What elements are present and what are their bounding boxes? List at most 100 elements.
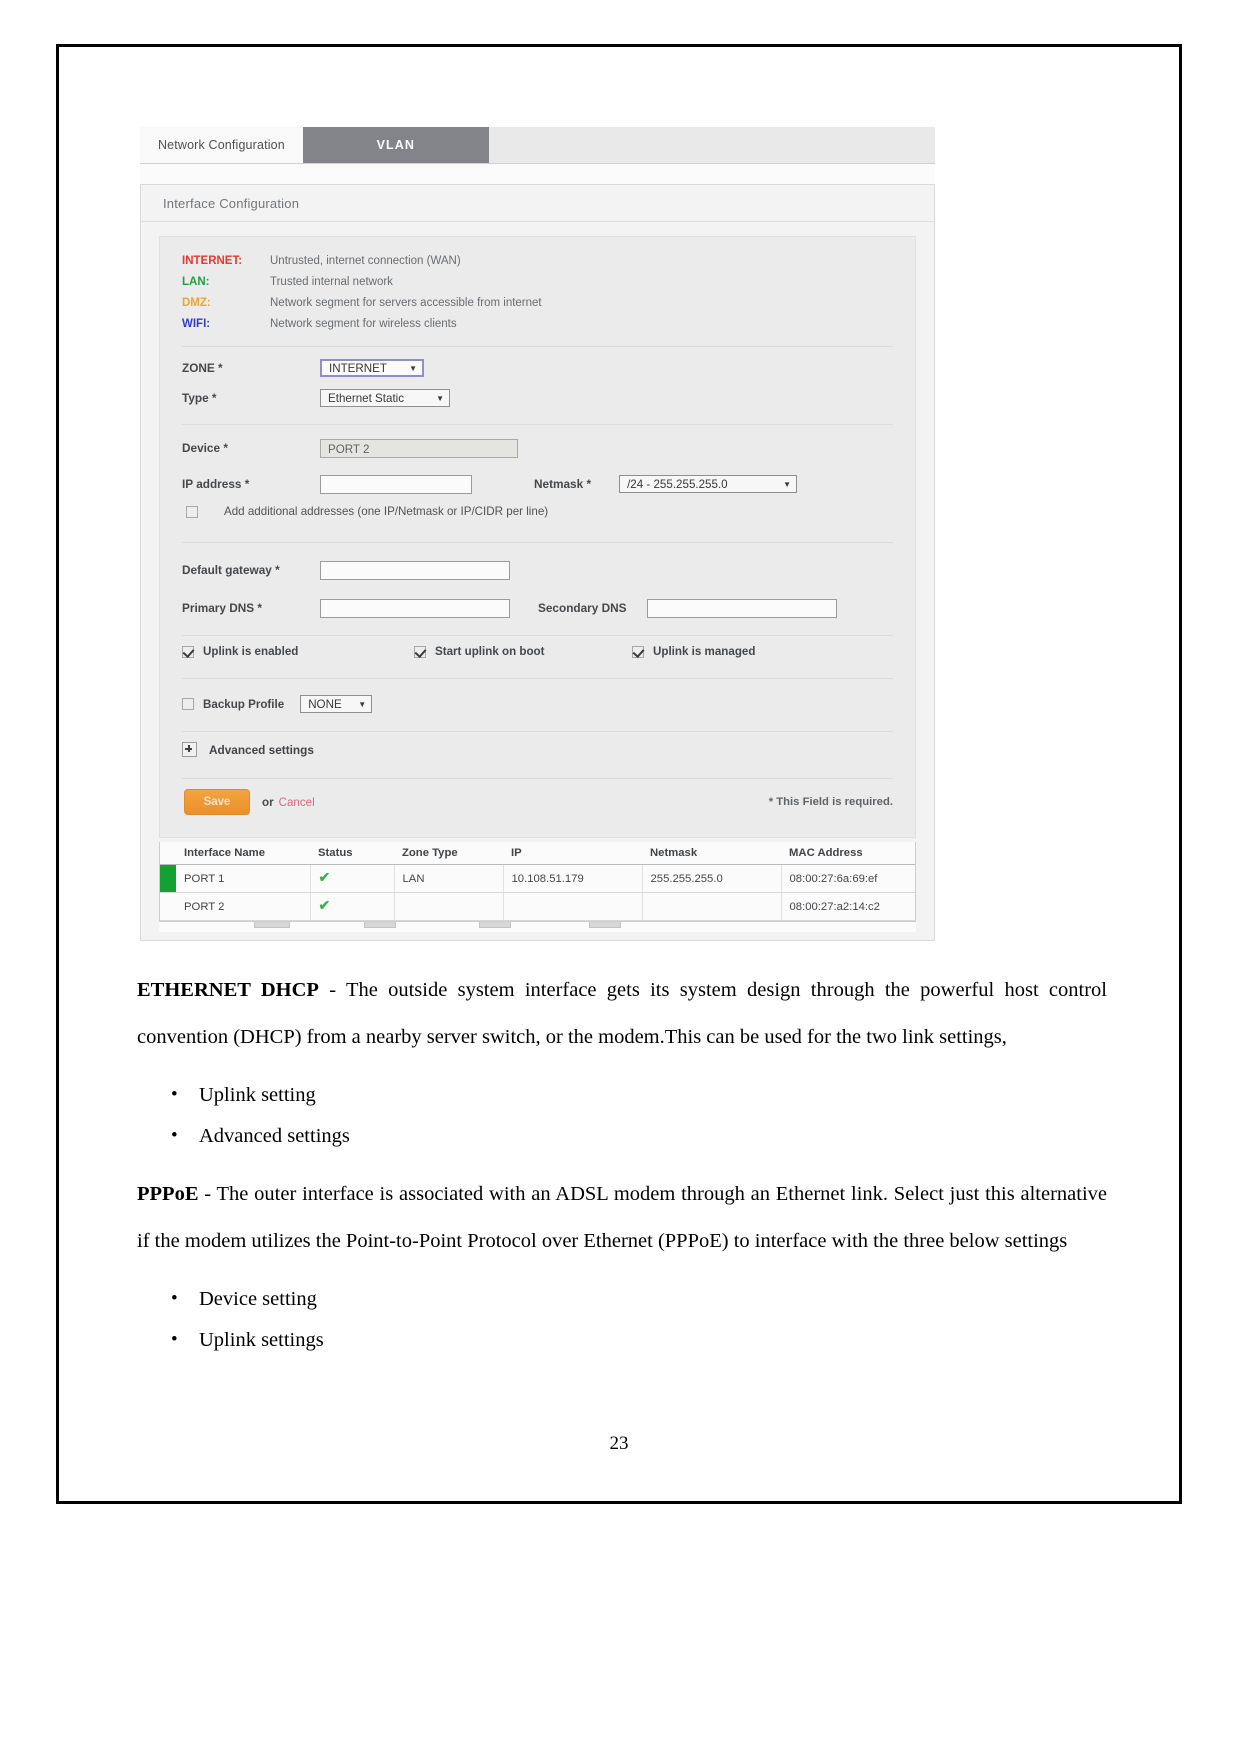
legend-key-dmz: DMZ: — [182, 297, 211, 309]
backup-profile-label: Backup Profile — [203, 697, 285, 711]
panel-title: Interface Configuration — [163, 196, 300, 211]
ip-address-input[interactable] — [320, 474, 472, 494]
type-label: Type * — [182, 391, 217, 405]
backup-profile-select[interactable]: NONE ▼ — [300, 695, 373, 713]
table-row[interactable]: PORT 1 ✔ LAN 10.108.51.179 255.255.255.0… — [160, 864, 915, 893]
divider-5 — [182, 678, 893, 679]
device-field-value: PORT 2 — [328, 442, 370, 456]
device-field: PORT 2 — [320, 438, 518, 458]
tab-vlan-label: VLAN — [376, 138, 416, 152]
secondary-dns-label: Secondary DNS — [538, 601, 627, 615]
row-ip: 10.108.51.179 — [503, 864, 643, 893]
device-row: Device * PORT 2 — [182, 433, 893, 463]
netmask-select[interactable]: /24 - 255.255.255.0 ▼ — [619, 475, 798, 493]
zone-color-swatch-cell — [160, 864, 176, 893]
backup-profile-row: Backup Profile NONE ▼ — [182, 689, 893, 719]
additional-addresses-checkbox[interactable] — [186, 505, 198, 518]
column-mac-address: MAC Address — [781, 842, 915, 865]
check-icon: ✔ — [318, 897, 331, 913]
legend-row-dmz: DMZ: Network segment for servers accessi… — [182, 293, 893, 314]
save-button-label: Save — [203, 796, 231, 808]
row-status: ✔ — [310, 864, 395, 893]
list-item: Advanced settings — [171, 1115, 1107, 1157]
legend-desc-dmz: Network segment for servers accessible f… — [270, 297, 542, 309]
legend-desc-lan: Trusted internal network — [270, 276, 393, 288]
uplink-is-enabled-checkbox[interactable] — [182, 645, 194, 658]
uplink-is-managed-checkbox[interactable] — [632, 645, 644, 658]
interface-form: INTERNET: Untrusted, internet connection… — [159, 236, 916, 838]
advanced-settings-label: Advanced settings — [209, 742, 314, 757]
ethernet-dhcp-paragraph: ETHERNET DHCP - The outside system inter… — [137, 967, 1107, 1061]
row-ip — [503, 892, 643, 921]
row-interface-name: PORT 1 — [176, 864, 311, 893]
primary-dns-input[interactable] — [320, 598, 510, 618]
page-number: 23 — [609, 1433, 629, 1454]
start-uplink-on-boot-label: Start uplink on boot — [435, 645, 545, 658]
legend-key-wifi: WIFI: — [182, 318, 211, 330]
table-row[interactable]: PORT 2 ✔ 08:00:27:a2:14:c2 — [160, 892, 915, 921]
pppoe-paragraph: PPPoE - The outer interface is associate… — [137, 1171, 1107, 1265]
row-zone-type: LAN — [394, 864, 504, 893]
legend-row-internet: INTERNET: Untrusted, internet connection… — [182, 251, 893, 272]
backup-profile-select-value: NONE — [308, 697, 342, 711]
start-uplink-on-boot-checkbox[interactable] — [414, 645, 426, 658]
tab-bar-filler — [488, 127, 935, 163]
column-netmask: Netmask — [642, 842, 781, 865]
dns-row: Primary DNS * Secondary DNS — [182, 593, 893, 623]
secondary-dns-input[interactable] — [646, 598, 837, 618]
chevron-down-icon: ▼ — [436, 393, 444, 403]
default-gateway-label: Default gateway * — [182, 563, 280, 577]
divider-1 — [182, 346, 893, 347]
interface-table-header-row: Interface Name Status Zone Type IP Netma… — [160, 842, 915, 865]
document-page-frame: Network Configuration VLAN Interface Con… — [56, 44, 1182, 1504]
uplink-is-enabled-label: Uplink is enabled — [203, 645, 299, 658]
type-select[interactable]: Ethernet Static ▼ — [320, 389, 450, 407]
list-item: Device setting — [171, 1278, 1107, 1320]
form-actions: Save or Cancel * This Field is required. — [182, 779, 893, 829]
ip-netmask-row: IP address * Netmask * /24 - 255.255.255… — [182, 469, 893, 499]
list-item: Uplink setting — [171, 1074, 1107, 1116]
type-select-value: Ethernet Static — [328, 391, 405, 405]
interface-configuration-screenshot: Network Configuration VLAN Interface Con… — [140, 127, 935, 941]
ethernet-dhcp-heading: ETHERNET DHCP — [137, 979, 319, 1001]
default-gateway-input[interactable] — [320, 560, 510, 580]
uplink-is-enabled-option[interactable]: Uplink is enabled — [182, 645, 414, 658]
page-content: Network Configuration VLAN Interface Con… — [137, 127, 1107, 1375]
column-zone-type: Zone Type — [394, 842, 503, 865]
ip-address-label: IP address * — [182, 477, 250, 491]
panel-body: INTERNET: Untrusted, internet connection… — [141, 222, 934, 940]
plus-icon[interactable] — [182, 742, 197, 757]
netmask-select-value: /24 - 255.255.255.0 — [627, 477, 728, 491]
chevron-down-icon: ▼ — [783, 479, 792, 489]
column-status: Status — [310, 842, 394, 865]
zone-color-swatch-cell — [160, 892, 176, 921]
uplink-options-row: Uplink is enabled Start uplink on boot U… — [182, 636, 893, 667]
cancel-link[interactable]: Cancel — [279, 796, 315, 809]
zone-label: ZONE * — [182, 361, 223, 375]
tab-network-configuration[interactable]: Network Configuration — [140, 127, 303, 163]
required-field-note: * This Field is required. — [768, 796, 893, 808]
check-icon: ✔ — [318, 869, 331, 885]
zone-select[interactable]: INTERNET ▼ — [320, 359, 424, 377]
backup-profile-checkbox[interactable] — [182, 698, 194, 710]
tab-bar: Network Configuration VLAN — [140, 127, 935, 164]
chevron-down-icon: ▼ — [409, 363, 417, 373]
legend-key-lan: LAN: — [182, 276, 210, 288]
zone-color-swatch — [160, 865, 176, 892]
or-label: or — [262, 795, 274, 809]
interface-table: Interface Name Status Zone Type IP Netma… — [160, 842, 915, 921]
row-zone-type — [394, 892, 504, 921]
row-status: ✔ — [310, 892, 395, 921]
zone-row: ZONE * INTERNET ▼ — [182, 353, 893, 383]
tab-vlan[interactable]: VLAN — [302, 127, 489, 163]
row-netmask: 255.255.255.0 — [642, 864, 782, 893]
column-interface-name: Interface Name — [176, 842, 310, 865]
uplink-is-managed-option[interactable]: Uplink is managed — [632, 645, 755, 658]
advanced-settings-toggle[interactable]: Advanced settings — [182, 732, 893, 767]
legend-row-lan: LAN: Trusted internal network — [182, 272, 893, 293]
row-mac-address: 08:00:27:6a:69:ef — [781, 864, 915, 893]
device-label: Device * — [182, 441, 228, 455]
save-button[interactable]: Save — [184, 789, 250, 815]
start-uplink-on-boot-option[interactable]: Start uplink on boot — [414, 645, 632, 658]
pppoe-body: - The outer interface is associated with… — [137, 1183, 1107, 1252]
